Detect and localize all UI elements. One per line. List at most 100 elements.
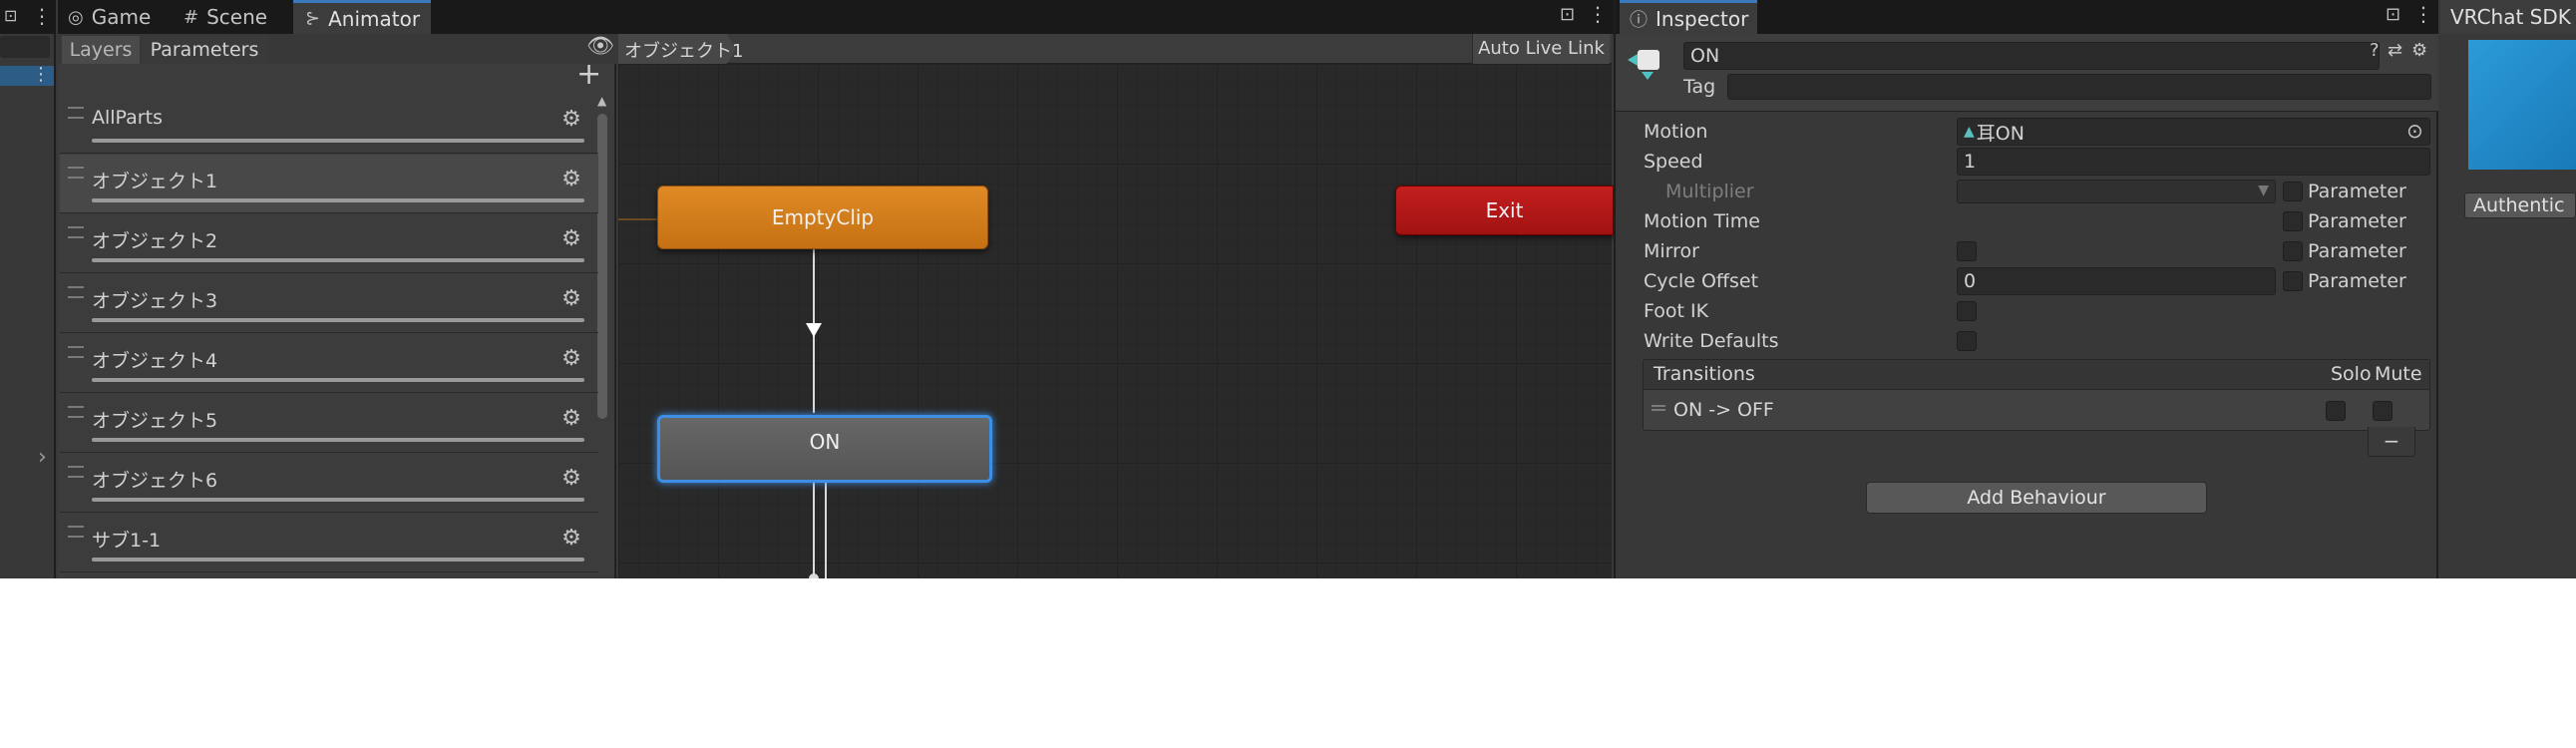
layer-item-selected[interactable]: オブジェクト1 ⚙ bbox=[60, 155, 598, 213]
layer-item[interactable]: オブジェクト5 ⚙ bbox=[60, 394, 598, 453]
cycle-offset-field[interactable]: 0 bbox=[1957, 267, 2276, 295]
state-name-field[interactable]: ON bbox=[1683, 42, 2380, 70]
gear-icon[interactable]: ⚙ bbox=[560, 228, 582, 250]
scroll-up-icon[interactable]: ▲ bbox=[597, 94, 606, 108]
animator-lock-icon[interactable]: ⊡ bbox=[1560, 4, 1575, 25]
speed-field[interactable]: 1 bbox=[1957, 148, 2430, 176]
motion-field[interactable]: ▲ 耳ON bbox=[1957, 118, 2430, 146]
gear-icon[interactable]: ⚙ bbox=[560, 408, 582, 430]
breadcrumb-label: オブジェクト1 bbox=[624, 41, 744, 62]
layer-weight-bar[interactable] bbox=[92, 198, 584, 202]
layer-weight-bar[interactable] bbox=[92, 139, 584, 143]
gear-icon[interactable]: ⚙ bbox=[560, 528, 582, 550]
gear-icon[interactable]: ⚙ bbox=[560, 348, 582, 370]
layer-name: オブジェクト4 bbox=[92, 350, 218, 372]
layer-item[interactable]: オブジェクト2 ⚙ bbox=[60, 214, 598, 273]
drag-handle-icon[interactable] bbox=[68, 286, 84, 298]
layer-name: オブジェクト2 bbox=[92, 230, 218, 252]
multiplier-parameter-checkbox[interactable] bbox=[2283, 182, 2303, 201]
drag-handle-icon[interactable] bbox=[68, 107, 84, 119]
layer-item[interactable]: サブ1-1 ⚙ bbox=[60, 514, 598, 572]
foot-ik-label: Foot IK bbox=[1644, 300, 1709, 322]
state-node-exit[interactable]: Exit bbox=[1395, 186, 1614, 235]
inspector-kebab-icon[interactable]: ⋮ bbox=[2413, 2, 2433, 26]
layer-weight-bar[interactable] bbox=[92, 318, 584, 322]
mirror-parameter-checkbox[interactable] bbox=[2283, 241, 2303, 261]
authenticate-button[interactable]: Authentic bbox=[2464, 192, 2576, 218]
inspector-lock-icon[interactable]: ⊡ bbox=[2386, 4, 2400, 25]
layer-item[interactable]: オブジェクト6 ⚙ bbox=[60, 454, 598, 513]
gear-icon[interactable]: ⚙ bbox=[560, 109, 582, 131]
kebab-menu-icon[interactable]: ⋮ bbox=[32, 4, 52, 28]
layer-weight-bar[interactable] bbox=[92, 438, 584, 442]
layer-weight-bar[interactable] bbox=[92, 558, 584, 561]
motion-time-parameter-checkbox[interactable] bbox=[2283, 211, 2303, 231]
object-picker-icon[interactable]: ⊙ bbox=[2406, 119, 2423, 143]
tab-animator[interactable]: ⊱ Animator bbox=[293, 0, 431, 34]
transition-arrowhead bbox=[806, 323, 822, 337]
drag-handle-icon[interactable] bbox=[68, 167, 84, 179]
add-layer-icon[interactable]: + bbox=[576, 60, 601, 90]
animator-kebab-icon[interactable]: ⋮ bbox=[1588, 2, 1608, 26]
cycle-offset-label: Cycle Offset bbox=[1644, 270, 1759, 292]
chevron-right-icon[interactable]: › bbox=[38, 445, 47, 470]
scroll-thumb[interactable] bbox=[597, 114, 607, 419]
gear-icon[interactable]: ⚙ bbox=[560, 288, 582, 310]
tab-game[interactable]: ◎ Game bbox=[68, 0, 178, 34]
tab-inspector[interactable]: ⓘ Inspector bbox=[1620, 0, 1757, 34]
drag-handle-icon[interactable] bbox=[68, 466, 84, 478]
state-node-emptyclip[interactable]: EmptyClip bbox=[657, 186, 988, 249]
write-defaults-checkbox[interactable] bbox=[1957, 331, 1977, 351]
tab-game-label: Game bbox=[91, 5, 152, 29]
motion-time-label: Motion Time bbox=[1644, 210, 1760, 232]
layer-weight-bar[interactable] bbox=[92, 498, 584, 502]
layer-weight-bar[interactable] bbox=[92, 378, 584, 382]
motion-label: Motion bbox=[1644, 121, 1708, 143]
transition-row[interactable]: ON -> OFF bbox=[1644, 391, 2429, 431]
mute-checkbox[interactable] bbox=[2373, 401, 2392, 421]
settings-icon[interactable]: ⚙ bbox=[2411, 40, 2427, 61]
state-node-label: ON bbox=[809, 430, 841, 454]
help-icon[interactable]: ? bbox=[2370, 40, 2380, 61]
state-node-on[interactable]: ON bbox=[657, 415, 992, 483]
solo-label: Solo bbox=[2331, 363, 2372, 385]
left-strip-search[interactable] bbox=[0, 36, 50, 58]
layer-item[interactable]: オブジェクト3 ⚙ bbox=[60, 274, 598, 333]
mirror-checkbox[interactable] bbox=[1957, 241, 1977, 261]
multiplier-label: Multiplier bbox=[1665, 181, 1754, 202]
write-defaults-label: Write Defaults bbox=[1644, 330, 1779, 352]
lock-icon[interactable]: ⊡ bbox=[4, 6, 17, 25]
tab-parameters[interactable]: Parameters bbox=[142, 36, 267, 64]
foot-ik-checkbox[interactable] bbox=[1957, 301, 1977, 321]
eye-icon[interactable]: 👁 bbox=[586, 34, 614, 59]
preset-icon[interactable]: ⇄ bbox=[2388, 40, 2402, 61]
tab-scene[interactable]: # Scene bbox=[184, 0, 283, 34]
gear-icon[interactable]: ⚙ bbox=[560, 468, 582, 490]
left-strip-menu-icon[interactable]: ⋮ bbox=[32, 64, 50, 85]
layer-name: オブジェクト5 bbox=[92, 410, 218, 432]
layer-item[interactable]: オブジェクト4 ⚙ bbox=[60, 334, 598, 393]
tab-layers[interactable]: Layers bbox=[62, 36, 140, 64]
state-name-value: ON bbox=[1690, 45, 1720, 67]
remove-transition-button[interactable]: − bbox=[2368, 427, 2415, 457]
gear-icon[interactable]: ⚙ bbox=[560, 169, 582, 190]
tab-scene-label: Scene bbox=[206, 5, 268, 29]
mirror-label: Mirror bbox=[1644, 240, 1699, 262]
solo-checkbox[interactable] bbox=[2326, 401, 2346, 421]
tag-field[interactable] bbox=[1727, 74, 2431, 100]
layer-weight-bar[interactable] bbox=[92, 258, 584, 262]
layer-item[interactable]: AllParts ⚙ bbox=[60, 95, 598, 154]
tab-vrchat-sdk[interactable]: VRChat SDK bbox=[2440, 0, 2576, 34]
grid-icon: # bbox=[184, 6, 199, 28]
cycle-offset-parameter-checkbox[interactable] bbox=[2283, 271, 2303, 291]
drag-handle-icon[interactable] bbox=[68, 346, 84, 358]
motion-value: 耳ON bbox=[1976, 122, 2024, 145]
drag-handle-icon[interactable] bbox=[68, 526, 84, 538]
tab-vrchat-label: VRChat SDK bbox=[2450, 5, 2571, 29]
auto-live-link-button[interactable]: Auto Live Link bbox=[1472, 34, 1610, 64]
drag-handle-icon[interactable] bbox=[1652, 405, 1665, 411]
drag-handle-icon[interactable] bbox=[68, 226, 84, 238]
drag-handle-icon[interactable] bbox=[68, 406, 84, 418]
multiplier-dropdown[interactable]: ▼ bbox=[1957, 180, 2276, 203]
add-behaviour-button[interactable]: Add Behaviour bbox=[1866, 482, 2207, 514]
